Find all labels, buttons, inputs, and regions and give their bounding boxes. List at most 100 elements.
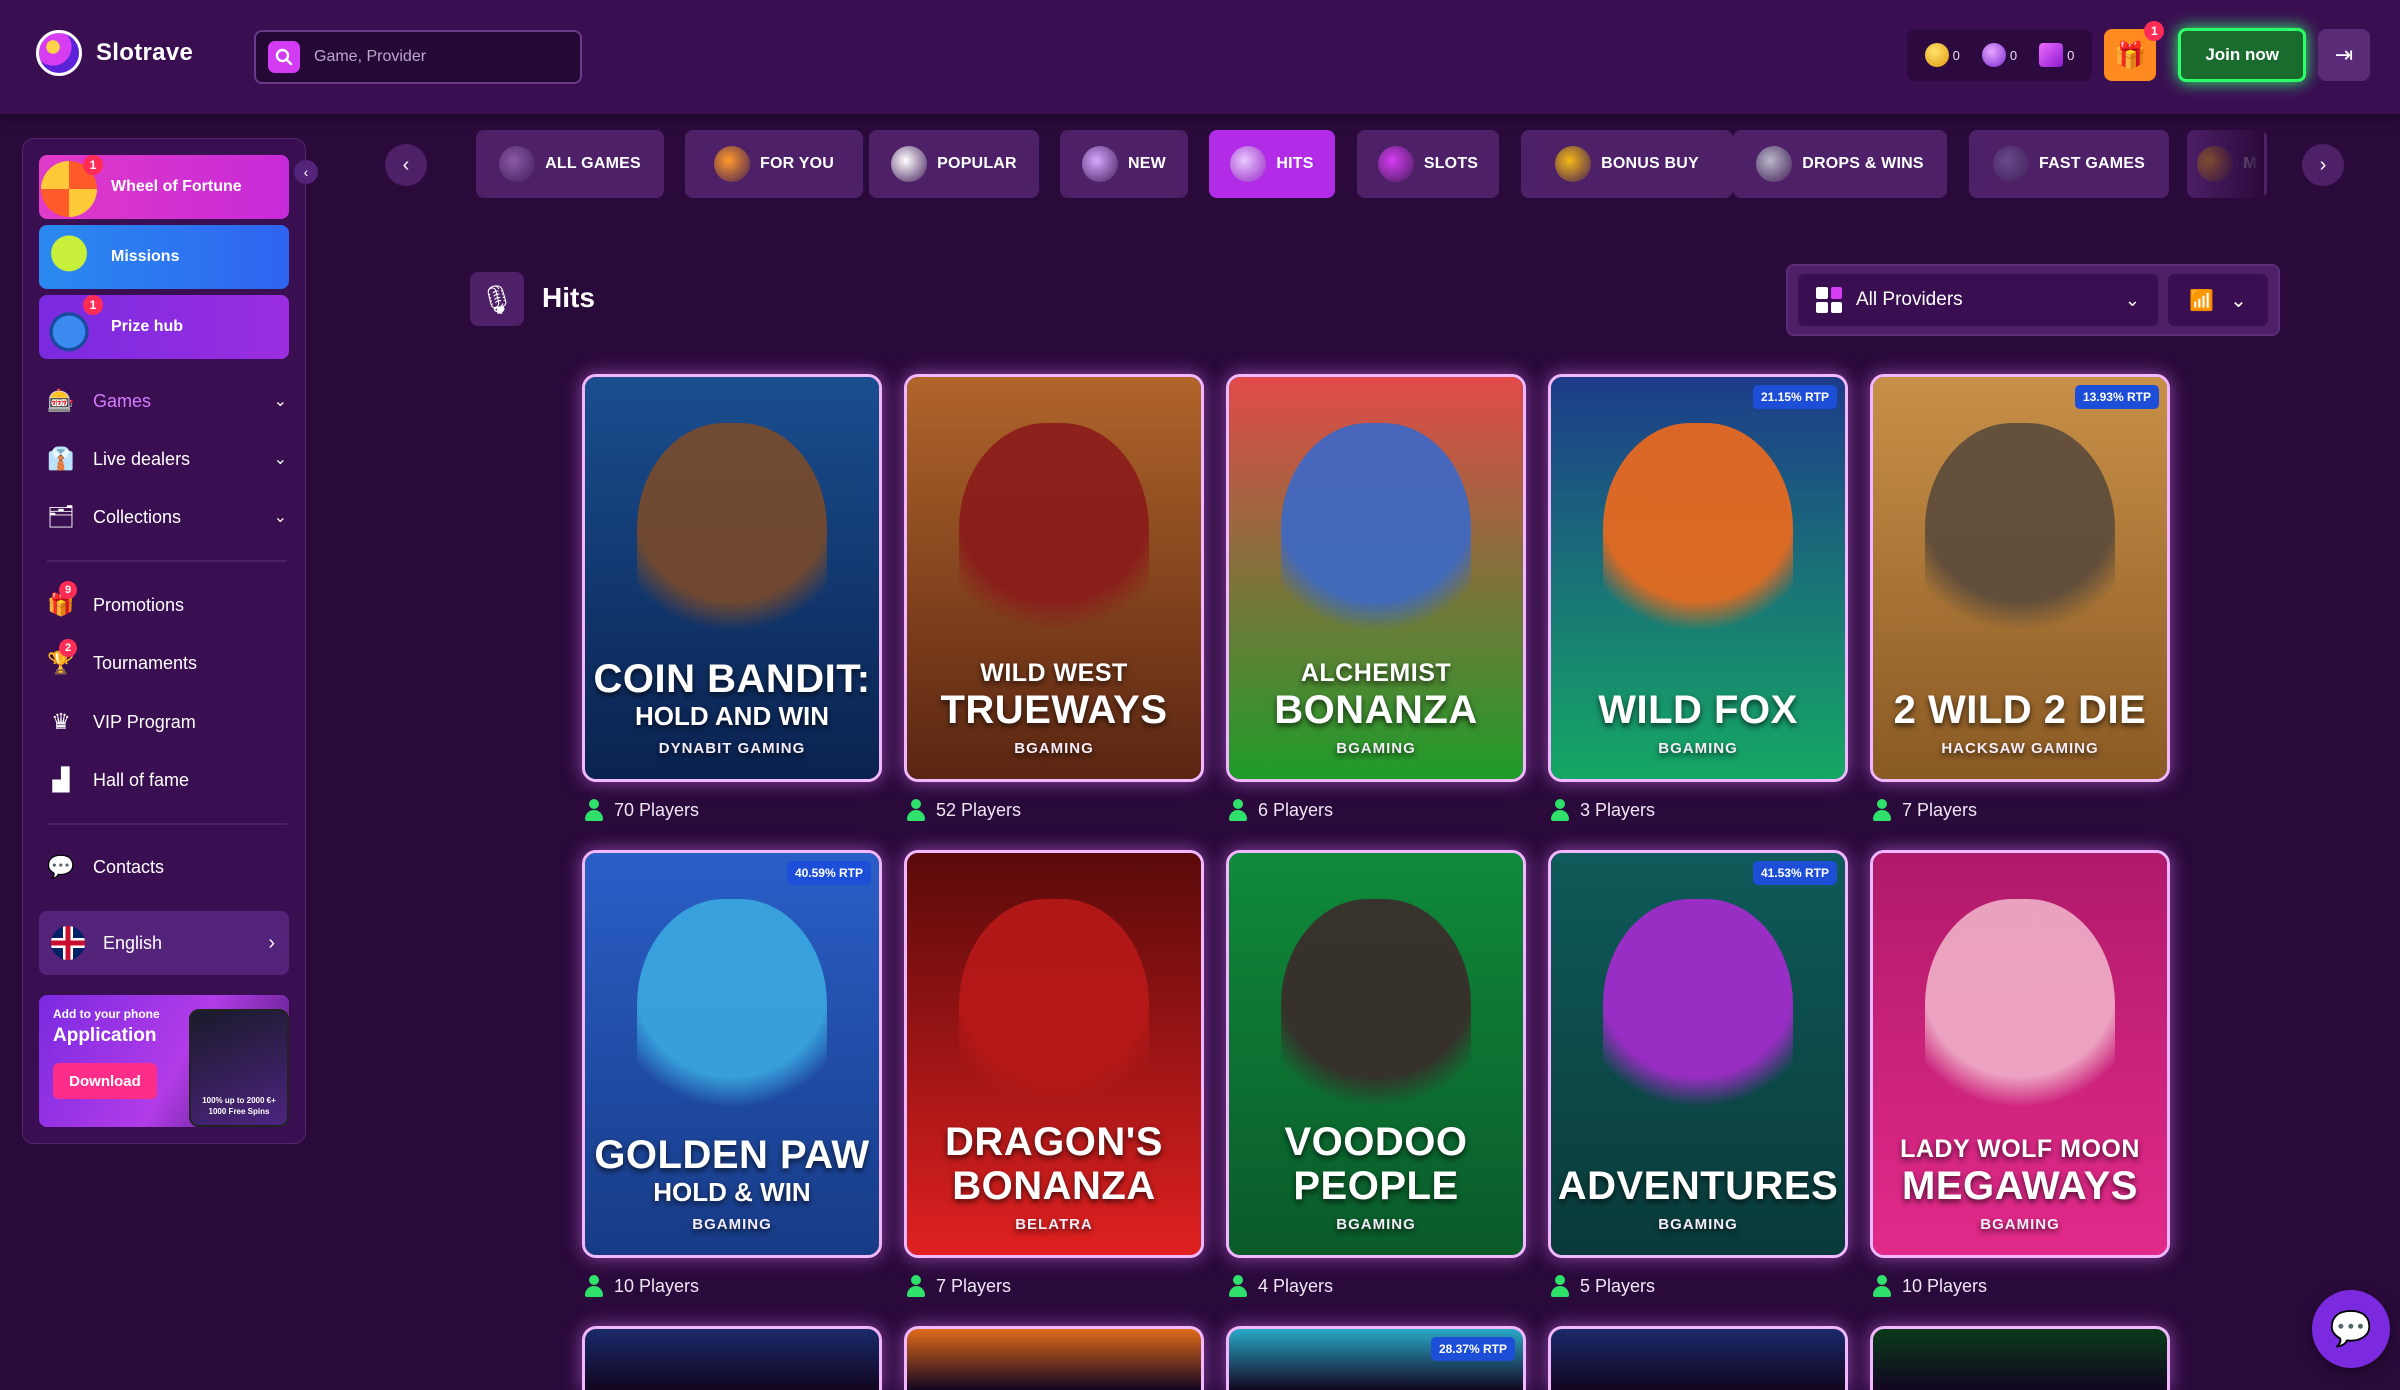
game-card[interactable]: VOODOO PEOPLE BGAMING [1226,850,1526,1258]
missions-card[interactable]: Missions [39,225,289,289]
sidebar: 1 Wheel of Fortune Missions 1 Prize hub … [22,138,306,1144]
search-box[interactable] [254,30,582,84]
gift-button[interactable]: 🎁 1 [2104,21,2165,81]
categories-next-button[interactable]: › [2302,144,2344,186]
promotions-label: Promotions [93,594,185,615]
chevron-down-icon: ⌄ [273,393,287,410]
wallet-balances[interactable]: 0 0 0 [1906,29,2093,81]
tab-all-games[interactable]: ALL GAMES [476,130,664,198]
wheel-badge: 1 [83,155,103,175]
search-input[interactable] [314,48,554,66]
bonus-balance[interactable]: 0 [2031,43,2082,67]
game-card[interactable]: 21.15% RTP WILD FOX BGAMING [1548,374,1848,782]
sidebar-item-games[interactable]: 🎰 Games ⌄ [47,381,287,421]
game-title-block: DRAGON'S BONANZA BELATRA [907,1120,1201,1233]
player-count: 7 Players [906,1272,1011,1300]
rtp-badge: 21.15% RTP [1752,385,1837,409]
section-title: Hits [542,282,595,313]
game-card[interactable]: 41.53% RTP ADVENTURES BGAMING [1548,850,1848,1258]
star-icon [891,146,928,182]
support-chat-button[interactable]: 💬 [2312,1290,2390,1368]
free-spin-icon [1981,43,2006,67]
sidebar-item-tournaments[interactable]: 🏆 2 Tournaments [47,639,287,683]
sparkle-icon [1082,146,1119,182]
app-download-banner[interactable]: Add to your phone Application Download 1… [39,995,289,1127]
game-provider: DYNABIT GAMING [658,740,806,757]
game-subtitle: WILD WEST [980,659,1128,687]
game-character-art [959,423,1149,653]
game-card[interactable] [904,1326,1204,1390]
player-count-text: 10 Players [1902,1275,1988,1296]
tab-fast-games[interactable]: FAST GAMES [1969,130,2169,198]
game-card[interactable]: 28.37% RTP [1226,1326,1526,1390]
tab-slots[interactable]: SLOTS [1357,130,1499,198]
chevron-right-icon: › [268,931,275,954]
tab-for-you[interactable]: FOR YOU [685,130,863,198]
sidebar-collapse-button[interactable]: ‹ [294,160,318,184]
game-title: 2 WILD 2 DIE [1893,688,2147,732]
tab-drops-wins[interactable]: DROPS & WINS [1733,130,1947,198]
game-card[interactable] [582,1326,882,1390]
player-count-text: 3 Players [1580,799,1656,820]
game-card[interactable]: 40.59% RTP GOLDEN PAW HOLD & WIN BGAMING [582,850,882,1258]
login-button[interactable]: ⇥ [2318,29,2370,81]
sidebar-item-vip[interactable]: ♛ VIP Program [47,702,287,742]
player-count: 7 Players [1872,796,1977,824]
chevron-down-icon: ⌄ [2230,289,2247,312]
player-count-text: 6 Players [1258,799,1334,820]
game-provider: BGAMING [1980,1216,2060,1233]
game-card[interactable]: LADY WOLF MOON MEGAWAYS BGAMING [1870,850,2170,1258]
provider-filter[interactable]: All Providers ⌄ [1798,274,2158,326]
download-button[interactable]: Download [53,1063,157,1099]
game-provider: BELATRA [1015,1216,1093,1233]
category-fade [2184,130,2264,198]
join-now-button[interactable]: Join now [2178,28,2306,82]
game-title-block: VOODOO PEOPLE BGAMING [1229,1120,1523,1233]
sidebar-divider [47,823,287,825]
game-card[interactable]: DRAGON'S BONANZA BELATRA [904,850,1204,1258]
header-actions: 0 0 0 🎁 1 Join now ⇥ [1906,21,2370,82]
game-title-block: GOLDEN PAW HOLD & WIN BGAMING [585,1133,879,1233]
sidebar-item-collections[interactable]: 🗂 Collections ⌄ [47,497,287,537]
chevron-down-icon: ⌄ [2124,289,2140,310]
game-card[interactable] [1548,1326,1848,1390]
player-count: 5 Players [1550,1272,1655,1300]
tab-popular[interactable]: POPULAR [869,130,1039,198]
tab-label: SLOTS [1423,155,1479,172]
prize-hub-card[interactable]: 1 Prize hub [39,295,289,359]
player-count-text: 10 Players [614,1275,700,1296]
phone-offer-line1: 100% up to 2000 €+ [202,1096,276,1105]
game-card[interactable]: COIN BANDIT: HOLD AND WIN DYNABIT GAMING [582,374,882,782]
user-icon [1228,799,1248,821]
gold-coin-icon [1924,43,1949,67]
language-selector[interactable]: English › [39,911,289,975]
language-label: English [103,932,163,953]
game-card[interactable] [1870,1326,2170,1390]
sidebar-item-live-dealers[interactable]: 👔 Live dealers ⌄ [47,439,287,479]
categories-prev-button[interactable]: ‹ [385,144,427,186]
game-title: DRAGON'S BONANZA [945,1120,1163,1208]
prize-hub-badge: 1 [83,295,103,315]
game-character-art [637,423,827,653]
sidebar-item-contacts[interactable]: 💬 Contacts [47,847,287,887]
tab-new[interactable]: NEW [1060,130,1188,198]
gold-coin-balance[interactable]: 0 [1917,43,1968,67]
tab-label: DROPS & WINS [1802,155,1924,172]
tab-bonus-buy[interactable]: BONUS BUY [1521,130,1733,198]
wheel-of-fortune-card[interactable]: 1 Wheel of Fortune [39,155,289,219]
game-card[interactable]: WILD WEST TRUEWAYS BGAMING [904,374,1204,782]
tab-hits[interactable]: HITS [1209,130,1335,198]
game-card[interactable]: 13.93% RTP 2 WILD 2 DIE HACKSAW GAMING [1870,374,2170,782]
sidebar-item-hall-of-fame[interactable]: ▟ Hall of fame [47,760,287,800]
free-spin-balance[interactable]: 0 [1974,43,2025,67]
hand-icon [713,146,750,182]
game-card[interactable]: ALCHEMIST BONANZA BGAMING [1226,374,1526,782]
sort-filter[interactable]: 📶 ⌄ [2168,274,2268,326]
game-title: COIN BANDIT: [593,657,871,701]
sidebar-item-promotions[interactable]: 🎁 9 Promotions [47,581,287,625]
user-icon [1228,1275,1248,1297]
game-character-art [1281,423,1471,653]
brand-logo[interactable]: Slotrave [36,30,193,76]
user-icon [1872,1275,1892,1297]
gift-icon: 🎁 [2114,39,2147,70]
